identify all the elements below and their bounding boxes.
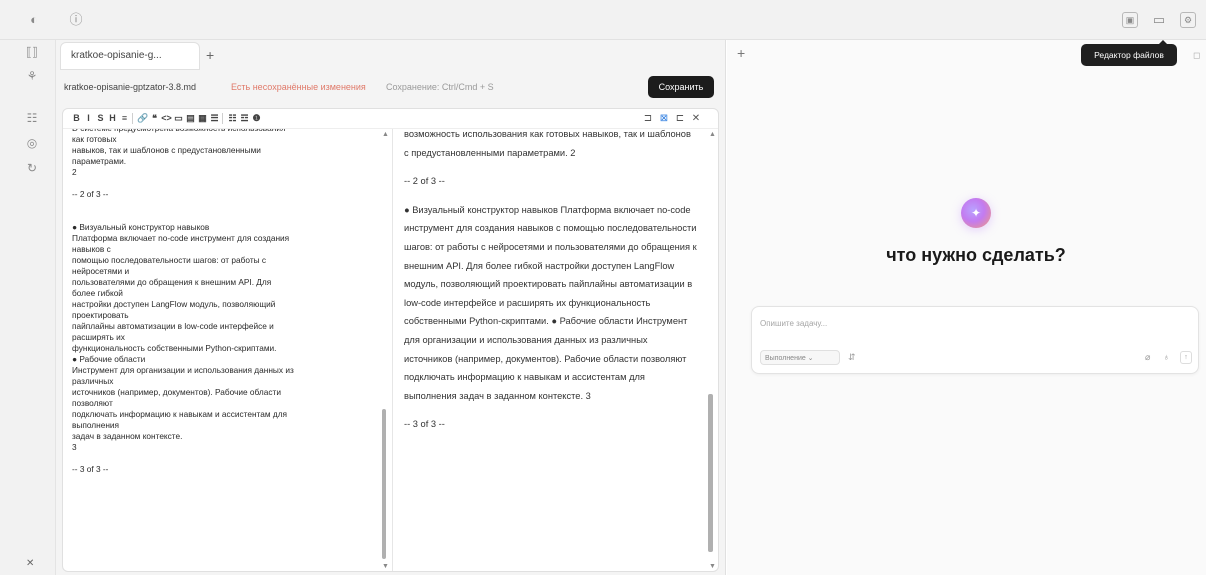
list-ul-icon[interactable]: ☰ (209, 112, 220, 125)
panel-icon[interactable]: ◻ (1193, 50, 1200, 61)
globe-icon[interactable]: ◎ (24, 135, 40, 151)
tooltip: Редактор файлов (1081, 40, 1177, 66)
file-name: kratkoe-opisanie-gptzator-3.8.md (64, 82, 197, 92)
add-tab-icon[interactable]: + (206, 47, 214, 63)
tab-label: kratkoe-opisanie-g... (71, 50, 162, 61)
send-icon[interactable]: ↑ (1180, 351, 1192, 364)
source-scroll-thumb[interactable] (382, 409, 386, 559)
link-icon[interactable]: 🔗 (137, 112, 148, 125)
left-rail: ⟦⟧ ⚘ ☷ ◎ ↻ (0, 40, 56, 575)
unsaved-status: Есть несохранённые изменения (231, 82, 366, 92)
skills-icon[interactable]: ⚘ (24, 68, 40, 84)
code-icon[interactable]: <> (161, 112, 172, 125)
toolbar-separator (222, 113, 223, 124)
preview-scroll-down-icon[interactable]: ▼ (709, 563, 716, 571)
preview-pane: возможность использования как готовых на… (394, 129, 718, 571)
assistant-title: что нужно сделать? (886, 245, 1066, 265)
preview-paragraph: ● Визуальный конструктор навыков Платфор… (404, 204, 697, 401)
source-pane[interactable]: D системе предусмотрена возможность испо… (63, 129, 393, 571)
source-view-icon[interactable]: ⊐ (642, 112, 654, 125)
formatting-toolbar: B I S H ≡ 🔗 ❝ <> ▭ ▤ ▦ ☰ ☷ ☲ ❶ ⊐ ⊠ ⊏ ✕ (63, 109, 718, 129)
save-hint: Сохранение: Ctrl/Cmd + S (386, 82, 494, 92)
tab-strip: kratkoe-opisanie-g... + (56, 40, 726, 72)
workspace-icon[interactable]: ⟦⟧ (24, 44, 40, 60)
table-icon[interactable]: ▤ (185, 112, 196, 125)
file-editor-icon[interactable]: ▣ (1122, 12, 1138, 28)
preview-scroll-thumb[interactable] (708, 394, 713, 552)
attach-icon[interactable]: ⌀ (1145, 351, 1150, 363)
save-button[interactable]: Сохранить (648, 76, 714, 98)
list-check-icon[interactable]: ☲ (239, 112, 250, 125)
grid-icon[interactable]: ▦ (197, 112, 208, 125)
source-text[interactable]: D системе предусмотрена возможность испо… (72, 129, 378, 475)
settings-icon[interactable]: ⚙ (1180, 12, 1196, 28)
mode-selector[interactable]: Выполнение ⌄ (760, 350, 840, 365)
folder-icon[interactable]: ▭ (1151, 12, 1167, 28)
task-input[interactable] (760, 315, 1180, 331)
preview-paragraph: возможность использования как готовых на… (404, 129, 691, 158)
file-bar: kratkoe-opisanie-gptzator-3.8.md Есть не… (56, 73, 726, 103)
markdown-editor: BISH≡ 🔗❝<>▭▤▦☰ ☷☲❶ ⊐ ⊠ ⊏ ✕ D системе предусмот… (62, 108, 719, 572)
info-icon[interactable]: ⓘ (68, 12, 84, 28)
data-icon[interactable]: ☷ (24, 110, 40, 126)
preview-text: возможность использования как готовых на… (404, 129, 697, 444)
hr-icon[interactable]: ≡ (119, 112, 130, 125)
assistant-pane: + Редактор файлов ◻ ✦ что нужно сделать?… (727, 40, 1206, 575)
scroll-up-icon[interactable]: ▲ (382, 131, 389, 139)
file-editor-pane: kratkoe-opisanie-g... + kratkoe-opisanie… (56, 40, 726, 575)
help-icon[interactable]: ❶ (251, 112, 262, 125)
sidebar-toggle-icon[interactable]: ◐ (26, 12, 42, 28)
mic-icon[interactable]: ♁ (1163, 351, 1170, 363)
preview-view-icon[interactable]: ⊏ (674, 112, 686, 125)
close-icon[interactable]: ✕ (26, 558, 34, 569)
bold-icon[interactable]: B (71, 112, 82, 125)
heading-icon[interactable]: H (107, 112, 118, 125)
sparkle-icon: ✦ (970, 206, 982, 220)
history-icon[interactable]: ↻ (24, 160, 40, 176)
task-input-box: Выполнение ⌄ ⇵ ⌀ ♁ ↑ (751, 306, 1199, 374)
preview-paragraph: -- 2 of 3 -- (404, 176, 445, 187)
new-chat-icon[interactable]: + (737, 45, 745, 61)
close-editor-icon[interactable]: ✕ (690, 112, 702, 125)
list-ol-icon[interactable]: ☷ (227, 112, 238, 125)
split-view-icon[interactable]: ⊠ (658, 112, 670, 125)
italic-icon[interactable]: I (83, 112, 94, 125)
source-scrollbar[interactable] (381, 151, 387, 559)
preview-paragraph: -- 3 of 3 -- (404, 419, 445, 430)
quote-icon[interactable]: ❝ (149, 112, 160, 125)
assistant-orb: ✦ (961, 198, 991, 228)
mode-icon[interactable]: ⇵ (848, 351, 856, 363)
image-icon[interactable]: ▭ (173, 112, 184, 125)
preview-scroll-up-icon[interactable]: ▲ (709, 131, 716, 139)
toolbar-separator (132, 113, 133, 124)
top-bar: ◐ ⓘ ▣ ▭ ⚙ (0, 0, 1206, 40)
tab-file[interactable]: kratkoe-opisanie-g... (60, 42, 200, 70)
mode-label: Выполнение ⌄ (765, 354, 814, 362)
scroll-down-icon[interactable]: ▼ (382, 563, 389, 571)
strike-icon[interactable]: S (95, 112, 106, 125)
